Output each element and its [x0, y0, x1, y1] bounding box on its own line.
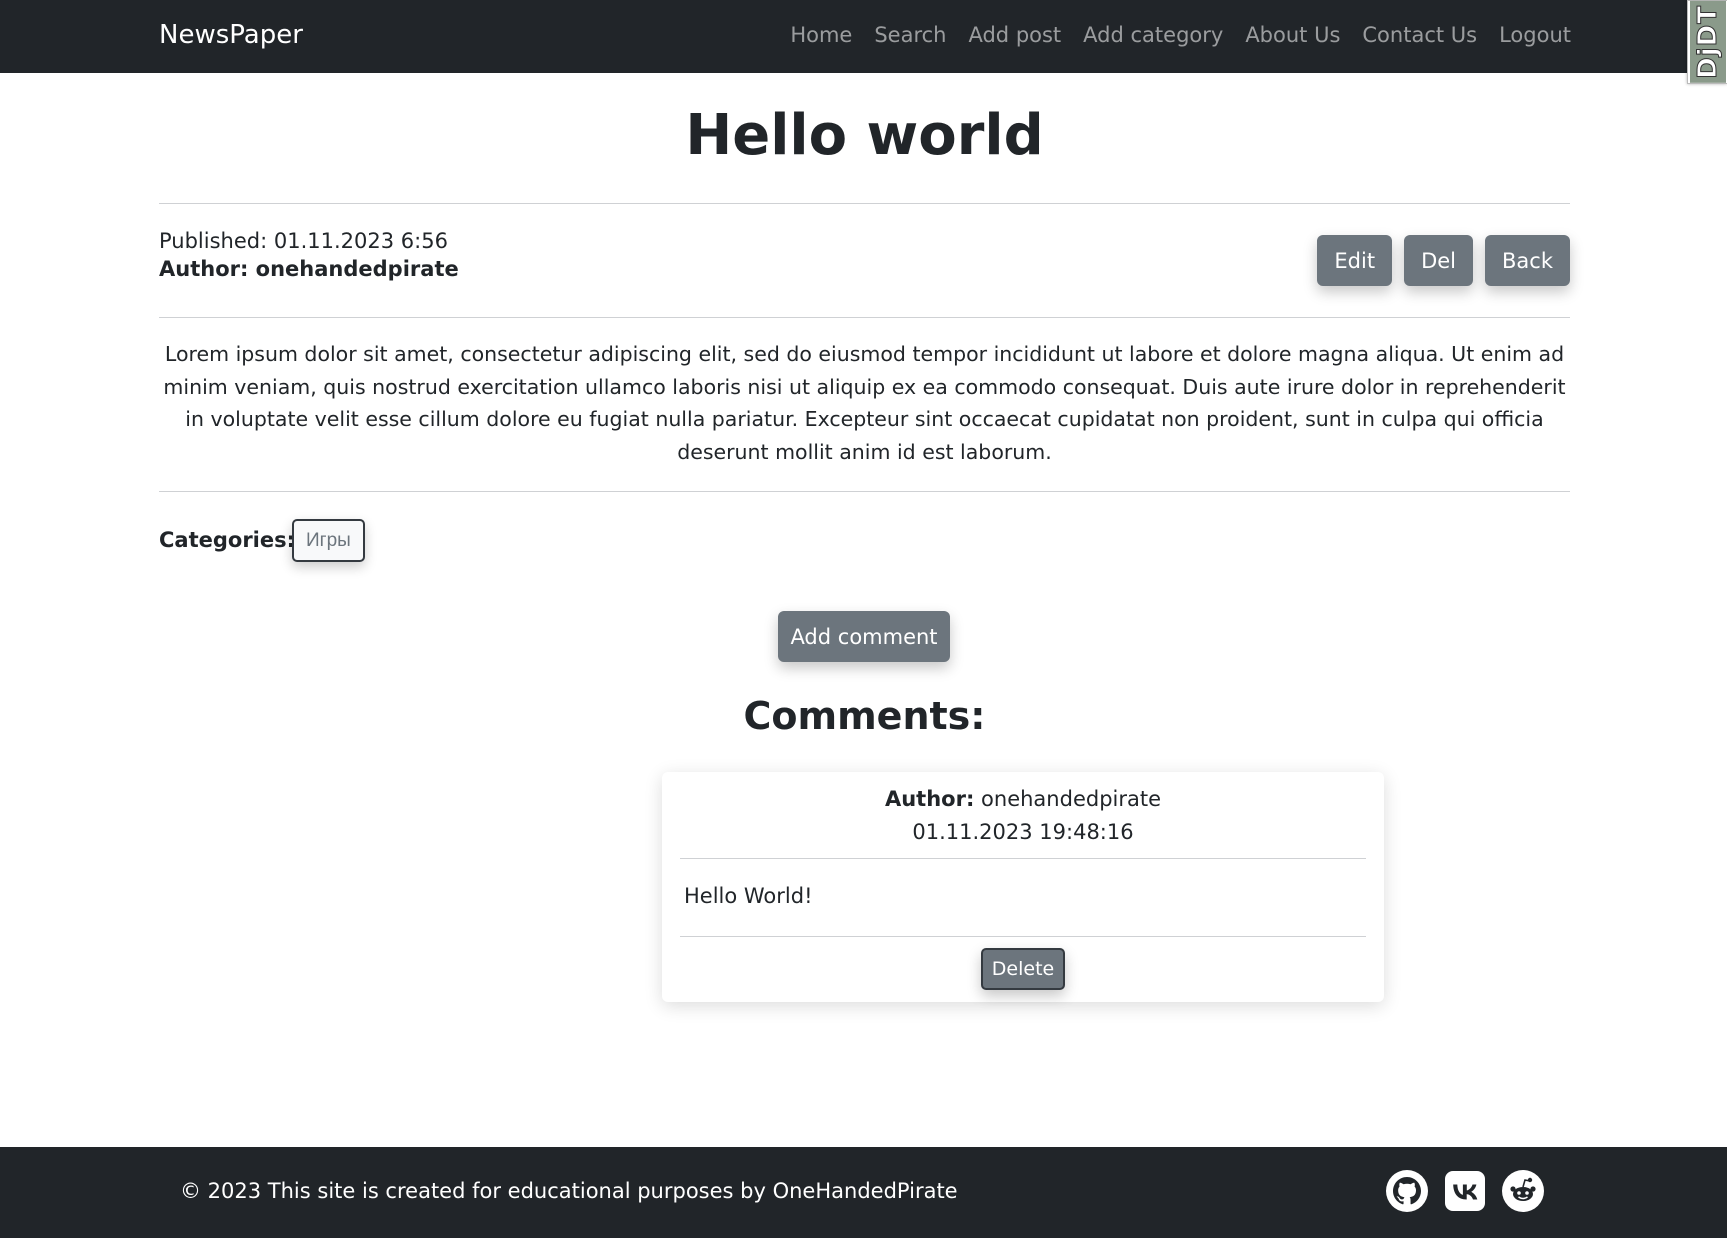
debug-toolbar-label: DjDT: [1689, 1, 1726, 83]
divider: [680, 936, 1366, 937]
categories-label: Categories:: [159, 528, 296, 552]
divider: [159, 317, 1570, 318]
social-links: [1386, 1170, 1544, 1212]
divider: [680, 858, 1366, 859]
comments-title: Comments:: [743, 694, 986, 738]
footer: © 2023 This site is created for educatio…: [0, 1147, 1727, 1238]
post-published: Published: 01.11.2023 6:56: [159, 229, 448, 253]
post-title: Hello world: [685, 103, 1044, 168]
comment-date: 01.11.2023 19:48:16: [912, 820, 1134, 844]
post-container: Hello world Published: 01.11.2023 6:56 A…: [159, 0, 1570, 1147]
vk-icon[interactable]: [1444, 1170, 1486, 1212]
delete-post-button[interactable]: Del: [1404, 235, 1474, 286]
add-comment-button[interactable]: Add comment: [778, 611, 950, 662]
post-author: Author: onehandedpirate: [159, 257, 459, 281]
github-icon[interactable]: [1386, 1170, 1428, 1212]
comment-card: Author: onehandedpirate 01.11.2023 19:48…: [662, 772, 1384, 1002]
post-actions: Edit Del Back: [1317, 235, 1570, 286]
comment-text: Hello World!: [684, 884, 813, 908]
comment-author-name: onehandedpirate: [981, 787, 1162, 811]
comment-author: Author: onehandedpirate: [662, 785, 1384, 813]
delete-comment-button[interactable]: Delete: [981, 948, 1065, 990]
debug-toolbar-handle[interactable]: DjDT: [1687, 0, 1727, 84]
footer-copyright: © 2023 This site is created for educatio…: [180, 1179, 958, 1203]
edit-button[interactable]: Edit: [1317, 235, 1393, 286]
back-button[interactable]: Back: [1485, 235, 1570, 286]
comment-author-label: Author:: [884, 787, 975, 811]
divider: [159, 491, 1570, 492]
reddit-icon[interactable]: [1502, 1170, 1544, 1212]
category-badge[interactable]: Игры: [292, 519, 365, 562]
post-body: Lorem ipsum dolor sit amet, consectetur …: [163, 342, 1566, 464]
divider: [159, 203, 1570, 204]
